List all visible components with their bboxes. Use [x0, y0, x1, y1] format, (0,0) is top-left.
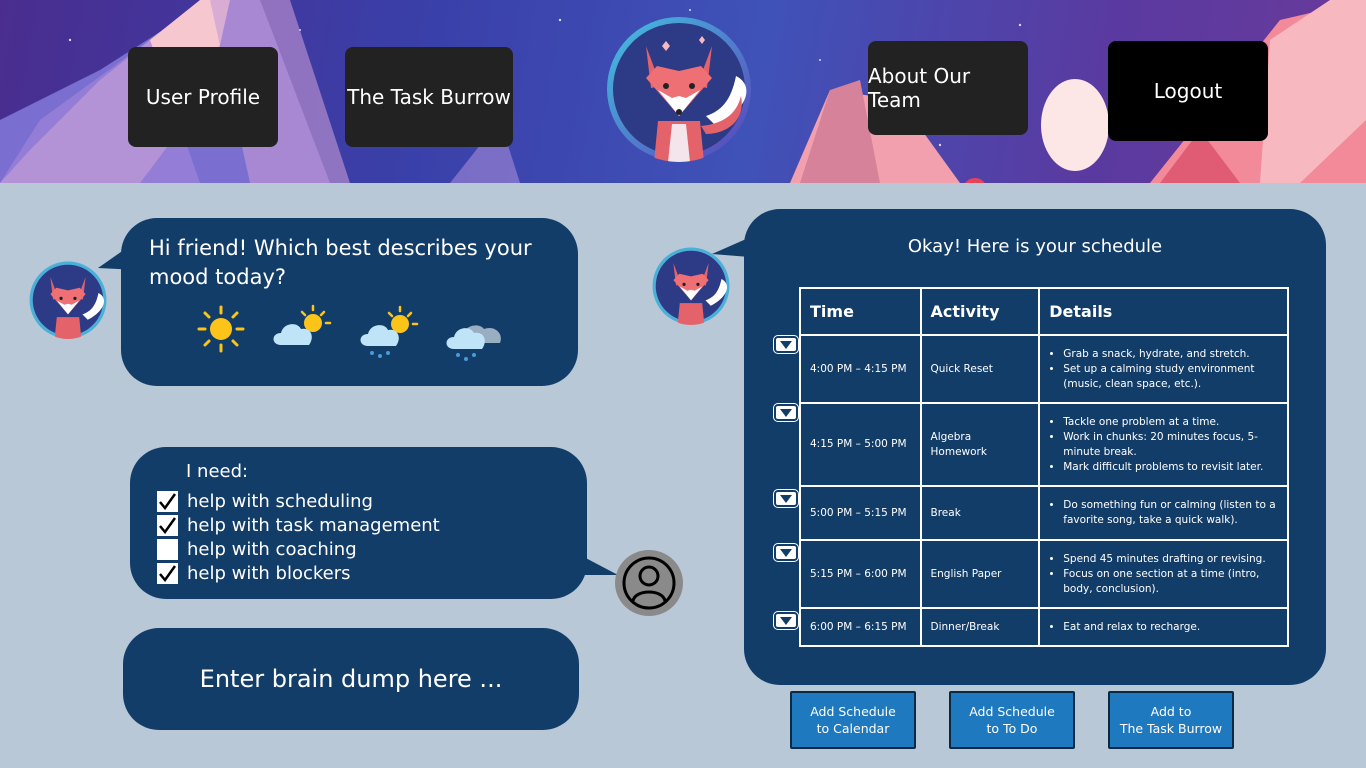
need-task-management[interactable]: help with task management: [157, 514, 440, 536]
table-row: 6:00 PM – 6:15 PM Dinner/Break Eat and r…: [799, 607, 1289, 647]
about-team-button[interactable]: About Our Team: [868, 41, 1028, 135]
button-label-line: to To Do: [986, 721, 1038, 736]
activity-cell: Break: [919, 485, 1041, 541]
chevron-down-icon: [780, 616, 792, 625]
add-to-todo-button[interactable]: Add Schedule to To Do: [949, 691, 1075, 749]
chevron-down-icon: [780, 408, 792, 417]
details-cell: Eat and relax to recharge.: [1038, 607, 1289, 647]
button-label-line: Add Schedule: [969, 704, 1055, 719]
user-profile-button[interactable]: User Profile: [128, 47, 278, 147]
need-scheduling[interactable]: help with scheduling: [157, 490, 373, 512]
detail-item: Do something fun or calming (listen to a…: [1063, 498, 1278, 528]
schedule-title: Okay! Here is your schedule: [907, 236, 1163, 257]
need-blockers[interactable]: help with blockers: [157, 562, 351, 584]
detail-item: Grab a snack, hydrate, and stretch.: [1063, 347, 1278, 362]
add-to-calendar-button[interactable]: Add Schedule to Calendar: [790, 691, 916, 749]
time-cell: 5:00 PM – 5:15 PM: [799, 485, 922, 541]
detail-item: Mark difficult problems to revisit later…: [1063, 460, 1278, 475]
sunny-icon[interactable]: [195, 305, 247, 353]
detail-item: Spend 45 minutes drafting or revising.: [1063, 552, 1278, 567]
row-expand-toggle[interactable]: [774, 404, 798, 421]
table-header-row: Time Activity Details: [799, 287, 1289, 336]
activity-cell: Dinner/Break: [919, 607, 1041, 647]
row-expand-toggle[interactable]: [774, 490, 798, 507]
table-row: 5:00 PM – 5:15 PM Break Do something fun…: [799, 485, 1289, 541]
schedule-table: Time Activity Details 4:00 PM – 4:15 PM …: [799, 287, 1289, 647]
column-header: Time: [799, 287, 922, 336]
detail-item: Eat and relax to recharge.: [1063, 620, 1278, 635]
table-row: 4:15 PM – 5:00 PM Algebra Homework Tackl…: [799, 402, 1289, 487]
checkbox-checked[interactable]: [157, 490, 178, 512]
chevron-down-icon: [780, 494, 792, 503]
partly-cloudy-icon[interactable]: [271, 303, 333, 349]
fox-avatar-icon: [652, 247, 730, 325]
task-burrow-button[interactable]: The Task Burrow: [345, 47, 513, 147]
chevron-down-icon: [780, 340, 792, 349]
detail-item: Tackle one problem at a time.: [1063, 415, 1278, 430]
time-cell: 5:15 PM – 6:00 PM: [799, 539, 922, 609]
button-label-line: Add to: [1150, 704, 1192, 719]
button-label-line: Add Schedule: [810, 704, 896, 719]
button-label-line: to Calendar: [816, 721, 890, 736]
activity-cell: Quick Reset: [919, 334, 1041, 404]
header-banner: User Profile The Task Burrow About Our T…: [0, 0, 1366, 183]
activity-cell: Algebra Homework: [919, 402, 1041, 487]
details-cell: Do something fun or calming (listen to a…: [1038, 485, 1289, 541]
table-row: 5:15 PM – 6:00 PM English Paper Spend 45…: [799, 539, 1289, 609]
table-row: 4:00 PM – 4:15 PM Quick Reset Grab a sna…: [799, 334, 1289, 404]
need-coaching[interactable]: help with coaching: [157, 538, 357, 560]
mood-question: Hi friend! Which best describes your moo…: [149, 236, 532, 289]
checkbox-unchecked[interactable]: [157, 538, 178, 560]
user-avatar-icon: [615, 550, 683, 616]
button-label-line: The Task Burrow: [1119, 721, 1223, 736]
logout-button[interactable]: Logout: [1108, 41, 1268, 141]
row-expand-toggle[interactable]: [774, 544, 798, 561]
chevron-down-icon: [780, 548, 792, 557]
needs-title: I need:: [186, 461, 249, 482]
detail-item: Set up a calming study environment (musi…: [1063, 362, 1278, 392]
time-cell: 4:15 PM – 5:00 PM: [799, 402, 922, 487]
detail-item: Focus on one section at a time (intro, b…: [1063, 567, 1278, 597]
add-to-task-burrow-button[interactable]: Add to The Task Burrow: [1108, 691, 1234, 749]
column-header: Details: [1038, 287, 1289, 336]
detail-item: Work in chunks: 20 minutes focus, 5-minu…: [1063, 430, 1278, 460]
column-header: Activity: [919, 287, 1041, 336]
sun-rain-icon[interactable]: [358, 304, 420, 362]
need-label: help with blockers: [187, 562, 351, 584]
need-label: help with coaching: [187, 538, 357, 560]
details-cell: Spend 45 minutes drafting or revising. F…: [1038, 539, 1289, 609]
fox-avatar-icon: [29, 261, 107, 339]
brain-dump-input[interactable]: Enter brain dump here ...: [123, 628, 579, 730]
row-expand-toggle[interactable]: [774, 336, 798, 353]
details-cell: Grab a snack, hydrate, and stretch. Set …: [1038, 334, 1289, 404]
need-label: help with task management: [187, 514, 440, 536]
need-label: help with scheduling: [187, 490, 373, 512]
fox-logo-icon[interactable]: [606, 16, 752, 162]
details-cell: Tackle one problem at a time. Work in ch…: [1038, 402, 1289, 487]
activity-cell: English Paper: [919, 539, 1041, 609]
rain-cloud-icon[interactable]: [444, 313, 506, 363]
checkbox-checked[interactable]: [157, 562, 178, 584]
time-cell: 6:00 PM – 6:15 PM: [799, 607, 922, 647]
row-expand-toggle[interactable]: [774, 612, 798, 629]
time-cell: 4:00 PM – 4:15 PM: [799, 334, 922, 404]
checkbox-checked[interactable]: [157, 514, 178, 536]
bubble-tail: [580, 555, 618, 575]
